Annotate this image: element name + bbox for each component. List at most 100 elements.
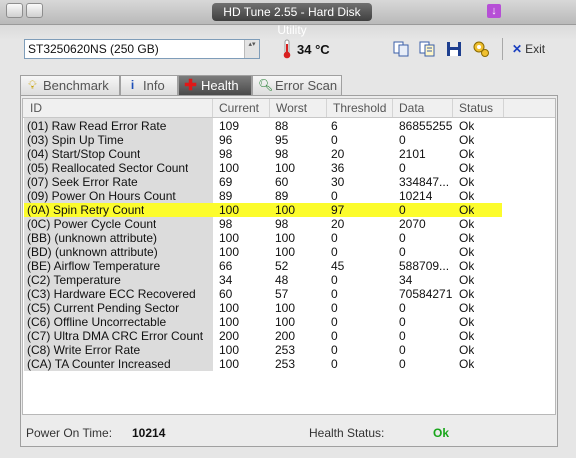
table-row[interactable]: (C3) Hardware ECC Recovered 60 57 0 70584271… [23,287,555,301]
tab-label: Info [143,78,165,93]
table-row[interactable]: (04) Start/Stop Count 98 98 20 2101 Ok [23,147,555,161]
window-menu-button[interactable] [6,3,23,18]
cell-data: 0 [399,133,406,147]
cell-status: Ok [459,357,475,371]
tab-label: Error Scan [275,78,338,93]
cell-status: Ok [459,259,475,273]
status-footer: Power On Time: 10214 Health Status: Ok [26,426,556,440]
temperature-readout: 34 °C [297,42,330,57]
column-header-id[interactable]: ID [24,99,213,117]
cell-id: (C7) Ultra DMA CRC Error Count [27,329,204,343]
cell-current: 98 [219,217,233,231]
cell-worst: 52 [275,259,289,273]
table-row[interactable]: (01) Raw Read Error Rate 109 88 6 86855255 Ok [23,119,555,133]
cell-threshold: 36 [331,161,345,175]
cell-status: Ok [459,133,475,147]
table-row[interactable]: (07) Seek Error Rate 69 60 30 334847... Ok [23,175,555,189]
table-row[interactable]: (BD) (unknown attribute) 100 100 0 0 Ok [23,245,555,259]
tab-error-scan[interactable]: 🔍︎ Error Scan [252,75,342,95]
cell-data: 2101 [399,147,426,161]
cell-data: 0 [399,203,406,217]
cell-data: 2070 [399,217,426,231]
cell-threshold: 0 [331,301,338,315]
cell-data: 34 [399,273,413,287]
cell-id: (0A) Spin Retry Count [27,203,145,217]
drive-select-value: ST3250620NS (250 GB) [28,42,159,56]
column-header-worst[interactable]: Worst [270,99,327,117]
table-row[interactable]: (C5) Current Pending Sector 100 100 0 0 Ok [23,301,555,315]
tab-label: Health [201,78,239,93]
save-icon[interactable] [445,40,463,58]
tab-benchmark[interactable]: 💡︎ Benchmark [20,75,120,95]
chevron-down-icon[interactable]: ▴▾ [244,40,259,58]
cell-current: 89 [219,189,233,203]
pin-icon[interactable]: ↓ [487,4,501,18]
toolbar-separator [502,38,503,60]
exit-icon: ✕ [512,42,523,56]
cell-threshold: 0 [331,133,338,147]
health-icon: ✚ [184,77,197,94]
table-row[interactable]: (C8) Write Error Rate 100 253 0 0 Ok [23,343,555,357]
cell-worst: 57 [275,287,289,301]
options-icon[interactable] [472,40,490,58]
cell-worst: 88 [275,119,289,133]
cell-data: 0 [399,343,406,357]
cell-data: 0 [399,161,406,175]
column-header-status[interactable]: Status [453,99,504,117]
table-row[interactable]: (BE) Airflow Temperature 66 52 45 588709... O… [23,259,555,273]
cell-threshold: 0 [331,357,338,371]
cell-current: 34 [219,273,233,287]
copy-all-icon[interactable] [418,40,436,58]
column-header-data[interactable]: Data [393,99,453,117]
tab-info[interactable]: i Info [120,75,178,95]
table-row[interactable]: (BB) (unknown attribute) 100 100 0 0 Ok [23,231,555,245]
cell-id: (C6) Offline Uncorrectable [27,315,167,329]
cell-data: 0 [399,231,406,245]
cell-worst: 98 [275,217,289,231]
column-header-threshold[interactable]: Threshold [327,99,393,117]
cell-data: 0 [399,357,406,371]
tab-label: Benchmark [43,78,109,93]
table-row[interactable]: (0A) Spin Retry Count 100 100 97 0 Ok [24,203,502,217]
cell-status: Ok [459,119,475,133]
copy-icon[interactable] [392,40,410,58]
cell-current: 100 [219,315,240,329]
cell-threshold: 20 [331,147,345,161]
cell-current: 109 [219,119,240,133]
table-row[interactable]: (CA) TA Counter Increased 100 253 0 0 Ok [23,357,555,371]
table-row[interactable]: (05) Reallocated Sector Count 100 100 36 0 Ok [23,161,555,175]
column-header-current[interactable]: Current [213,99,270,117]
cell-status: Ok [459,287,475,301]
table-row[interactable]: (09) Power On Hours Count 89 89 0 10214 Ok [23,189,555,203]
table-row[interactable]: (0C) Power Cycle Count 98 98 20 2070 Ok [23,217,555,231]
table-row[interactable]: (C2) Temperature 34 48 0 34 Ok [23,273,555,287]
power-on-label: Power On Time: [26,426,113,440]
cell-id: (07) Seek Error Rate [27,175,138,189]
cell-status: Ok [459,189,475,203]
exit-label: Exit [525,42,546,56]
cell-status: Ok [459,203,475,217]
drive-select[interactable]: ST3250620NS (250 GB) ▴▾ [24,39,260,59]
table-row[interactable]: (C7) Ultra DMA CRC Error Count 200 200 0 0 Ok [23,329,555,343]
cell-worst: 89 [275,189,289,203]
window-minimize-button[interactable] [26,3,43,18]
cell-id: (CA) TA Counter Increased [27,357,171,371]
cell-id: (C2) Temperature [27,273,121,287]
health-status-value: Ok [433,426,450,440]
cell-worst: 95 [275,133,289,147]
cell-current: 100 [219,301,240,315]
table-row[interactable]: (C6) Offline Uncorrectable 100 100 0 0 Ok [23,315,555,329]
title-bar: HD Tune 2.55 - Hard Disk Utility ↓ [0,0,576,37]
cell-threshold: 0 [331,231,338,245]
cell-threshold: 0 [331,189,338,203]
smart-table[interactable]: ID Current Worst Threshold Data Status (… [22,98,556,415]
exit-button[interactable]: ✕ Exit [512,42,545,56]
cell-threshold: 0 [331,245,338,259]
table-row[interactable]: (03) Spin Up Time 96 95 0 0 Ok [23,133,555,147]
cell-data: 588709... [399,259,450,273]
tab-health[interactable]: ✚ Health [178,75,252,95]
cell-current: 100 [219,343,240,357]
cell-status: Ok [459,161,475,175]
cell-current: 100 [219,357,240,371]
info-icon: i [130,78,135,92]
